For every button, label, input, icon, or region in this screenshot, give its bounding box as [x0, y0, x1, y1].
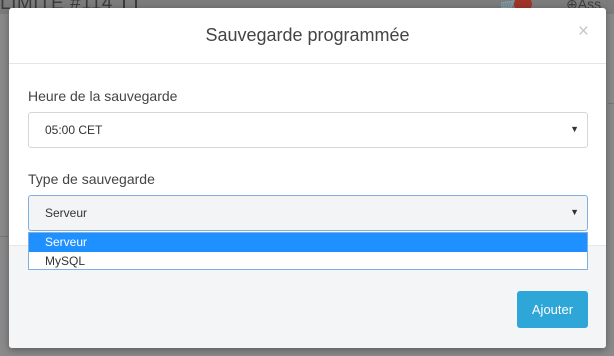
backup-type-label: Type de sauvegarde — [28, 171, 155, 187]
modal-body: Heure de la sauvegarde 05:00 CET ▼ Type … — [9, 64, 606, 270]
backup-type-value: Serveur — [45, 206, 88, 220]
caret-down-icon: ▼ — [570, 207, 579, 217]
background-left-divider — [0, 236, 8, 326]
modal-header: Sauvegarde programmée × — [9, 8, 606, 64]
scheduled-backup-modal: Sauvegarde programmée × Heure de la sauv… — [9, 8, 606, 348]
backup-type-select[interactable]: Serveur ▼ — [28, 195, 588, 231]
close-icon[interactable]: × — [578, 22, 589, 41]
dropdown-option-mysql[interactable]: MySQL — [29, 252, 587, 270]
modal-title: Sauvegarde programmée — [205, 25, 410, 45]
dropdown-option-serveur[interactable]: Serveur — [29, 233, 587, 252]
background-left-strip — [0, 70, 8, 130]
background-right-divider — [608, 103, 614, 104]
backup-time-label: Heure de la sauvegarde — [28, 88, 178, 104]
backup-type-dropdown: Serveur MySQL — [28, 232, 588, 270]
backup-time-value: 05:00 CET — [45, 123, 103, 137]
backup-time-select[interactable]: 05:00 CET ▼ — [28, 112, 588, 148]
caret-down-icon: ▼ — [570, 124, 579, 134]
add-button[interactable]: Ajouter — [517, 291, 588, 328]
